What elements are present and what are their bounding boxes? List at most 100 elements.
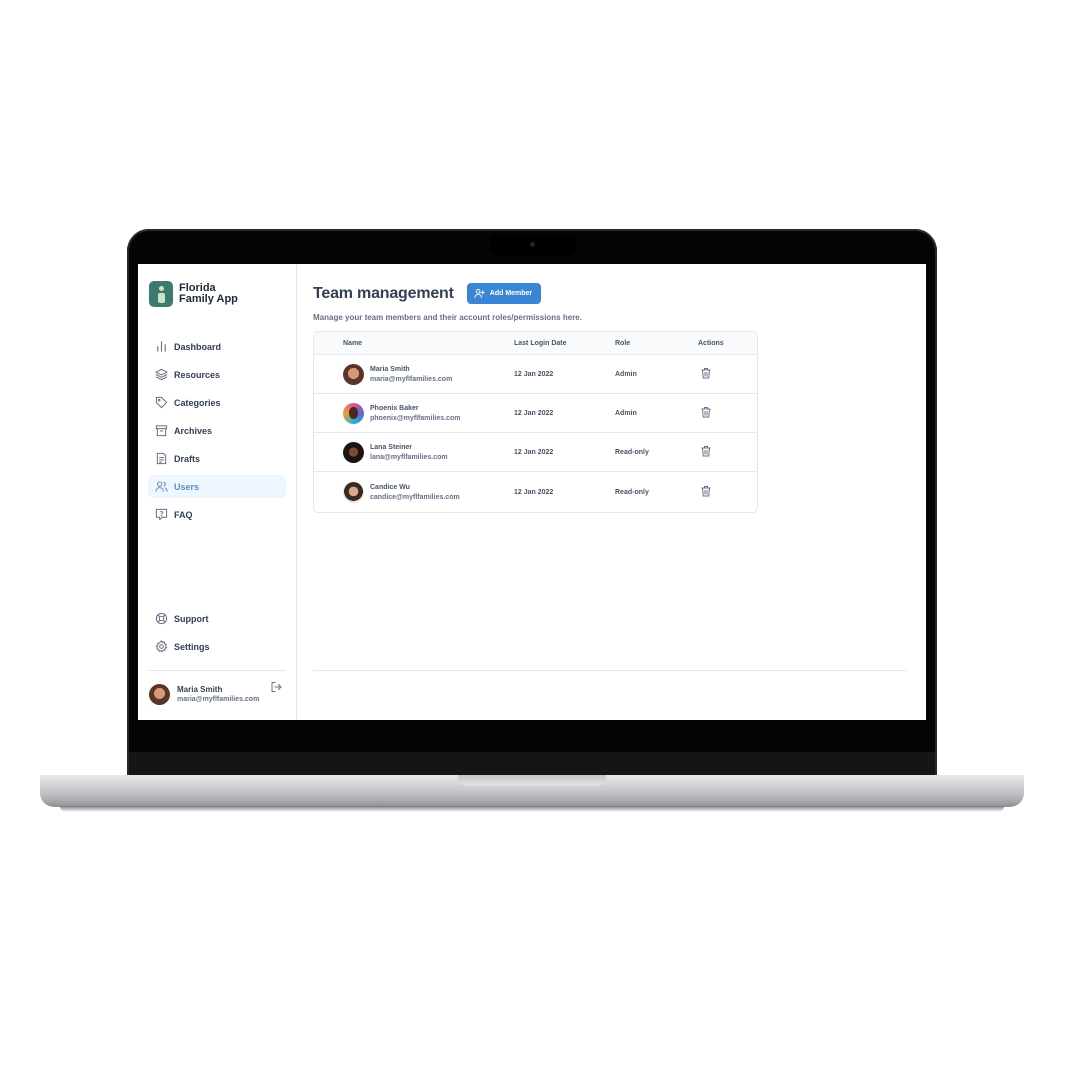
member-text: Phoenix Baker phoenix@myflfamilies.com bbox=[370, 403, 460, 424]
table-row[interactable]: Phoenix Baker phoenix@myflfamilies.com 1… bbox=[314, 394, 757, 433]
sidebar-item-dashboard[interactable]: Dashboard bbox=[148, 335, 286, 358]
laptop-base-notch bbox=[458, 775, 606, 786]
avatar bbox=[149, 683, 170, 705]
member-role: Read-only bbox=[615, 448, 649, 456]
member-role: Admin bbox=[615, 409, 637, 417]
table-row[interactable]: Maria Smith maria@myflfamilies.com 12 Ja… bbox=[314, 355, 757, 394]
main-content: Team management Add Member Manage your t… bbox=[297, 264, 926, 720]
member-email: maria@myflfamilies.com bbox=[370, 375, 453, 383]
bar-chart-icon bbox=[154, 340, 168, 354]
sidebar-nav: Dashboard Resources Categories Archives bbox=[148, 335, 286, 526]
lifebuoy-icon bbox=[154, 612, 168, 626]
column-header-last-login[interactable]: Last Login Date bbox=[514, 340, 615, 347]
actions-cell bbox=[694, 367, 757, 381]
avatar bbox=[343, 363, 364, 385]
sidebar-item-archives[interactable]: Archives bbox=[148, 419, 286, 442]
team-members-table: Name Last Login Date Role Actions Maria … bbox=[313, 331, 758, 513]
member-cell: Candice Wu candice@myflfamilies.com bbox=[314, 481, 514, 503]
sidebar-item-resources[interactable]: Resources bbox=[148, 363, 286, 386]
table-header: Name Last Login Date Role Actions bbox=[314, 332, 757, 355]
member-cell: Phoenix Baker phoenix@myflfamilies.com bbox=[314, 402, 514, 424]
sidebar-item-drafts[interactable]: Drafts bbox=[148, 447, 286, 470]
member-cell: Lana Steiner lana@myflfamilies.com bbox=[314, 441, 514, 463]
actions-cell bbox=[694, 485, 757, 499]
faq-icon bbox=[154, 508, 168, 522]
member-email: phoenix@myflfamilies.com bbox=[370, 414, 461, 422]
member-name: Candice Wu bbox=[370, 483, 410, 491]
brand-name: Florida Family App bbox=[179, 282, 238, 305]
member-text: Maria Smith maria@myflfamilies.com bbox=[370, 364, 452, 385]
profile-text: Maria Smith maria@myflfamilies.com bbox=[177, 684, 259, 705]
actions-cell bbox=[694, 406, 757, 420]
member-text: Lana Steiner lana@myflfamilies.com bbox=[370, 442, 448, 463]
layers-icon bbox=[154, 368, 168, 382]
current-user-profile[interactable]: Maria Smith maria@myflfamilies.com bbox=[148, 670, 286, 714]
laptop-base-shadow bbox=[60, 806, 1004, 812]
profile-name: Maria Smith bbox=[177, 684, 223, 694]
sidebar-item-label: Support bbox=[174, 613, 209, 624]
member-name: Lana Steiner bbox=[370, 443, 413, 451]
add-member-label: Add Member bbox=[489, 290, 533, 297]
users-icon bbox=[154, 480, 168, 494]
add-member-button[interactable]: Add Member bbox=[466, 283, 542, 304]
trash-icon[interactable] bbox=[700, 367, 712, 379]
member-text: Candice Wu candice@myflfamilies.com bbox=[370, 482, 460, 503]
sidebar-item-label: Settings bbox=[174, 641, 210, 652]
member-role: Read-only bbox=[615, 488, 649, 496]
avatar bbox=[343, 481, 364, 503]
table-row[interactable]: Lana Steiner lana@myflfamilies.com 12 Ja… bbox=[314, 433, 757, 472]
member-email: candice@myflfamilies.com bbox=[370, 493, 460, 501]
logout-icon[interactable] bbox=[270, 681, 282, 693]
sidebar-item-label: FAQ bbox=[174, 509, 193, 520]
avatar bbox=[343, 402, 364, 424]
sidebar-bottom-nav: Support Settings bbox=[148, 607, 286, 663]
sidebar-item-settings[interactable]: Settings bbox=[148, 635, 286, 658]
sidebar-item-label: Dashboard bbox=[174, 341, 222, 352]
logo-figure-head bbox=[159, 286, 164, 291]
logo-figure-body bbox=[158, 293, 165, 303]
brand[interactable]: Florida Family App bbox=[149, 281, 286, 307]
table-row[interactable]: Candice Wu candice@myflfamilies.com 12 J… bbox=[314, 472, 757, 512]
sidebar-item-label: Categories bbox=[174, 397, 221, 408]
member-name: Maria Smith bbox=[370, 365, 410, 373]
page-title: Team management bbox=[313, 284, 454, 302]
gear-icon bbox=[154, 640, 168, 654]
laptop-screen: Florida Family App Dashboard Resources C… bbox=[138, 264, 926, 720]
trash-icon[interactable] bbox=[700, 485, 712, 497]
laptop-bottom-bezel bbox=[129, 752, 935, 775]
column-header-name[interactable]: Name bbox=[314, 340, 514, 347]
archive-icon bbox=[154, 424, 168, 438]
camera-icon bbox=[530, 242, 535, 247]
sidebar-item-categories[interactable]: Categories bbox=[148, 391, 286, 414]
tag-icon bbox=[154, 396, 168, 410]
sidebar-item-faq[interactable]: FAQ bbox=[148, 503, 286, 526]
member-role: Admin bbox=[615, 370, 637, 378]
drafts-icon bbox=[154, 452, 168, 466]
last-login-date: 12 Jan 2022 bbox=[514, 409, 554, 417]
app-logo bbox=[149, 281, 173, 307]
footer-divider bbox=[313, 670, 907, 671]
sidebar-item-users[interactable]: Users bbox=[148, 475, 286, 498]
profile-email: maria@myflfamilies.com bbox=[177, 695, 260, 703]
sidebar-item-label: Archives bbox=[174, 425, 213, 436]
sidebar-item-support[interactable]: Support bbox=[148, 607, 286, 630]
trash-icon[interactable] bbox=[700, 406, 712, 418]
column-header-actions: Actions bbox=[698, 339, 724, 347]
member-cell: Maria Smith maria@myflfamilies.com bbox=[314, 363, 514, 385]
last-login-date: 12 Jan 2022 bbox=[514, 370, 554, 378]
last-login-date: 12 Jan 2022 bbox=[514, 488, 554, 496]
page-header: Team management Add Member bbox=[313, 283, 926, 304]
column-header-role[interactable]: Role bbox=[615, 340, 694, 347]
member-email: lana@myflfamilies.com bbox=[370, 453, 448, 461]
member-name: Phoenix Baker bbox=[370, 404, 419, 412]
sidebar-item-label: Resources bbox=[174, 369, 221, 380]
trash-icon[interactable] bbox=[700, 445, 712, 457]
add-user-icon bbox=[474, 288, 485, 299]
last-login-date: 12 Jan 2022 bbox=[514, 448, 554, 456]
sidebar-item-label: Drafts bbox=[174, 453, 201, 464]
avatar bbox=[343, 441, 364, 463]
actions-cell bbox=[694, 445, 757, 459]
sidebar-item-label: Users bbox=[174, 481, 200, 492]
page-subtitle: Manage your team members and their accou… bbox=[313, 313, 582, 322]
sidebar: Florida Family App Dashboard Resources C… bbox=[138, 264, 297, 720]
